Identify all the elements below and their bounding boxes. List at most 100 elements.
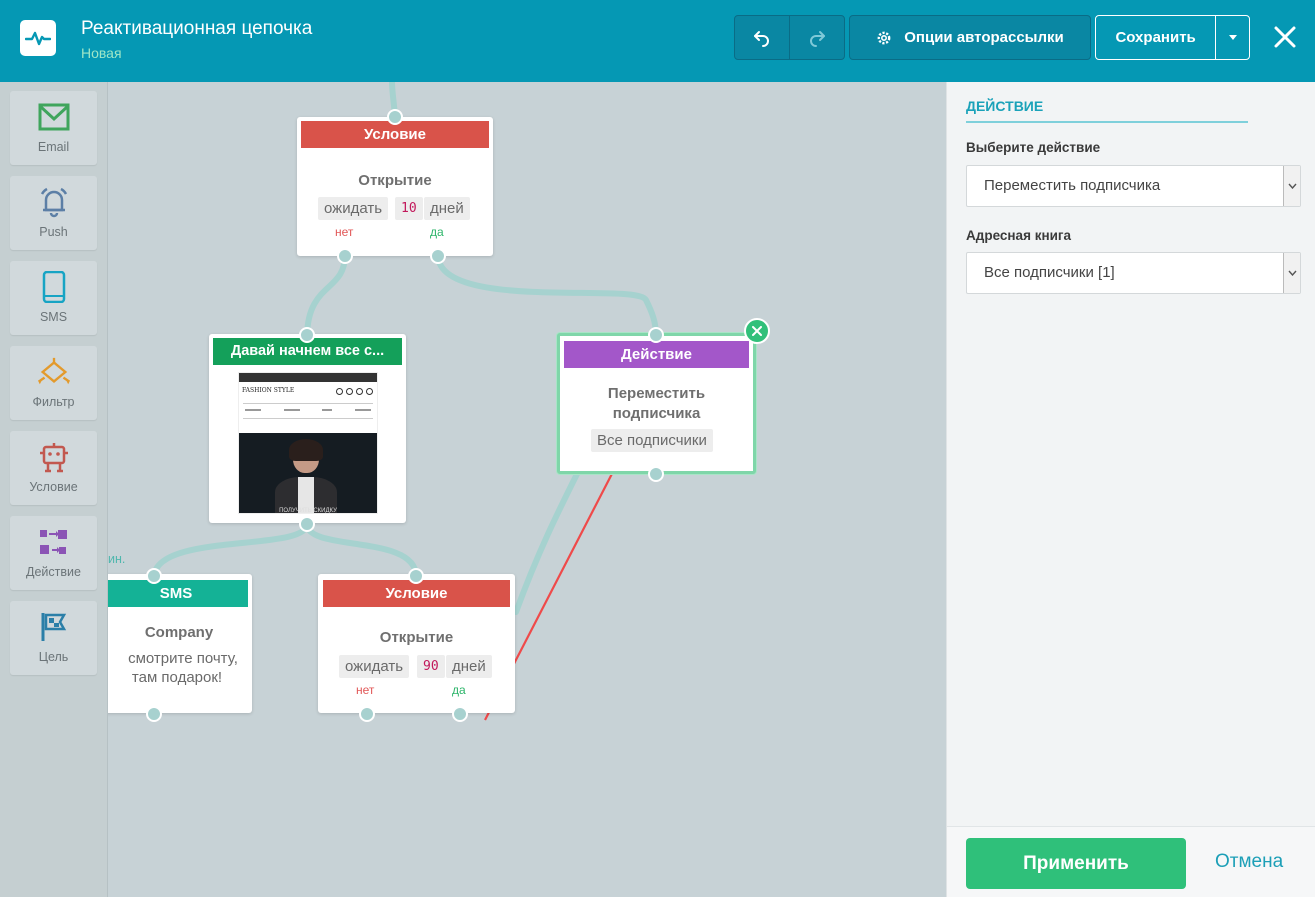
palette-item-label: Условие	[29, 480, 78, 494]
wait-chip: ожидать	[318, 197, 389, 220]
autosend-options-button[interactable]: Опции авторассылки	[849, 15, 1091, 60]
palette-item-label: Действие	[26, 565, 81, 579]
save-button[interactable]: Сохранить	[1096, 29, 1215, 46]
delete-node-button[interactable]	[744, 318, 770, 344]
cancel-button[interactable]: Отмена	[1215, 851, 1283, 873]
sms-edge-label: ин.	[108, 552, 126, 566]
block-palette: Email Push SMS Фильтр Условие Действие Ц…	[0, 82, 108, 897]
input-port[interactable]	[408, 568, 424, 584]
node-title-line1: Переместить	[607, 385, 706, 402]
robot-icon	[37, 440, 71, 474]
palette-item-label: Push	[39, 225, 68, 239]
chain-title[interactable]: Реактивационная цепочка	[81, 18, 312, 40]
email-node[interactable]: Давай начнем все с... FASHION STYLE ПОЛУ…	[209, 334, 406, 523]
palette-item-label: Email	[37, 140, 70, 154]
action-node[interactable]: Действие Переместить подписчика Все подп…	[557, 333, 756, 474]
palette-item-email[interactable]: Email	[10, 91, 97, 165]
panel-section-title: ДЕЙСТВИЕ	[966, 98, 1044, 114]
sms-message-line2: там подарок!	[131, 669, 223, 686]
app-logo	[20, 20, 56, 56]
days-chip: дней	[424, 197, 470, 220]
chevron-down-icon	[1283, 166, 1300, 206]
output-port[interactable]	[648, 466, 664, 482]
preview-photo	[239, 433, 377, 513]
email-preview: FASHION STYLE ПОЛУЧИТЬ СКИДКУ	[238, 372, 378, 514]
node-header: SMS	[108, 580, 248, 607]
output-port-yes[interactable]	[452, 706, 468, 722]
days-number-chip: 10	[395, 197, 423, 220]
action-icon	[37, 525, 71, 559]
save-button-group: Сохранить	[1095, 15, 1250, 60]
node-header: Условие	[301, 121, 489, 148]
output-port-no[interactable]	[337, 248, 353, 264]
action-select-label: Выберите действие	[966, 140, 1101, 155]
close-icon	[752, 326, 762, 336]
branch-yes-label: да	[452, 683, 466, 697]
properties-panel: ДЕЙСТВИЕ Выберите действие Переместить п…	[946, 82, 1315, 897]
node-title: Открытие	[379, 629, 454, 646]
branch-no-label: нет	[335, 225, 354, 239]
preview-cta: ПОЛУЧИТЬ СКИДКУ	[279, 508, 337, 514]
address-book-value: Все подписчики [1]	[984, 264, 1115, 281]
input-port[interactable]	[146, 568, 162, 584]
undo-icon	[754, 30, 769, 47]
palette-item-goal[interactable]: Цель	[10, 601, 97, 675]
apply-button[interactable]: Применить	[966, 838, 1186, 889]
condition-node-top[interactable]: Условие Открытие ожидать 10 дней нет да	[297, 117, 493, 256]
pulse-icon	[25, 31, 51, 46]
autosend-options-label: Опции авторассылки	[904, 29, 1064, 46]
condition-node-bottom[interactable]: Условие Открытие ожидать 90 дней нет да	[318, 574, 515, 713]
undo-button[interactable]	[734, 15, 790, 60]
branch-no-label: нет	[356, 683, 375, 697]
chain-status: Новая	[81, 45, 122, 61]
palette-item-condition[interactable]: Условие	[10, 431, 97, 505]
address-book-select[interactable]: Все подписчики [1]	[966, 252, 1301, 294]
preview-brand: FASHION STYLE	[242, 387, 295, 394]
address-book-label: Адресная книга	[966, 228, 1072, 243]
node-title-line2: подписчика	[612, 405, 701, 422]
sms-node[interactable]: SMS Company смотрите почту, там подарок!	[108, 574, 252, 713]
email-icon	[37, 100, 71, 134]
panel-footer: Применить Отмена	[947, 826, 1315, 897]
chevron-down-icon	[1228, 35, 1237, 40]
gear-icon	[877, 31, 891, 44]
close-icon	[1274, 26, 1296, 48]
node-header: Условие	[323, 580, 510, 607]
output-port-yes[interactable]	[430, 248, 446, 264]
wait-chip: ожидать	[339, 655, 410, 678]
top-bar: Реактивационная цепочка Новая Опции авто…	[0, 0, 1315, 82]
panel-divider	[966, 121, 1248, 123]
chevron-down-icon	[1283, 253, 1300, 293]
days-number-chip: 90	[417, 655, 445, 678]
action-select[interactable]: Переместить подписчика	[966, 165, 1301, 207]
workflow-canvas[interactable]: ин. Условие Открытие ожидать 10 дней нет…	[108, 82, 946, 897]
save-dropdown-toggle[interactable]	[1215, 16, 1249, 59]
palette-item-label: Цель	[38, 650, 69, 664]
node-title: Открытие	[358, 172, 432, 189]
palette-item-filter[interactable]: Фильтр	[10, 346, 97, 420]
flag-icon	[37, 610, 71, 644]
input-port[interactable]	[387, 109, 403, 125]
sms-message-line1: смотрите почту,	[128, 650, 238, 667]
input-port[interactable]	[648, 327, 664, 343]
bell-icon	[37, 185, 71, 219]
days-chip: дней	[446, 655, 492, 678]
filter-icon	[37, 355, 71, 389]
branch-yes-label: да	[430, 225, 444, 239]
input-port[interactable]	[299, 327, 315, 343]
palette-item-label: Фильтр	[32, 395, 75, 409]
output-port-no[interactable]	[359, 706, 375, 722]
node-header: Действие	[564, 341, 749, 368]
close-button[interactable]	[1270, 20, 1300, 54]
palette-item-label: SMS	[39, 310, 68, 324]
palette-item-action[interactable]: Действие	[10, 516, 97, 590]
output-port[interactable]	[146, 706, 162, 722]
palette-item-sms[interactable]: SMS	[10, 261, 97, 335]
phone-icon	[37, 270, 71, 304]
node-header-text: SMS	[159, 585, 193, 602]
action-select-value: Переместить подписчика	[984, 177, 1161, 194]
output-port[interactable]	[299, 516, 315, 532]
address-book-chip: Все подписчики	[591, 429, 713, 452]
palette-item-push[interactable]: Push	[10, 176, 97, 250]
redo-button[interactable]	[789, 15, 845, 60]
